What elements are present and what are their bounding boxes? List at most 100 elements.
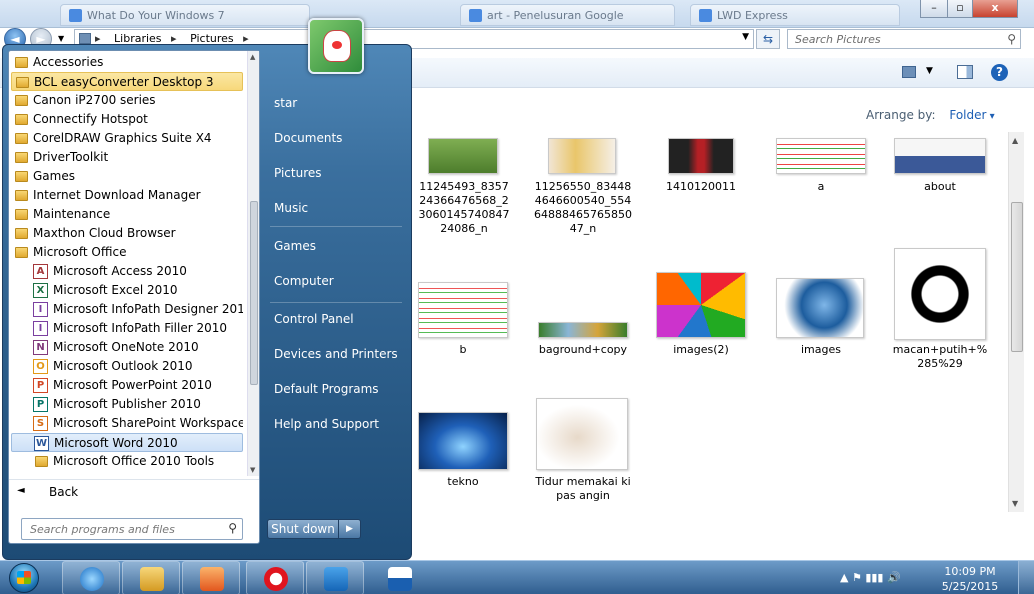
program-item[interactable]: Games <box>11 167 243 186</box>
clock[interactable]: 10:09 PM 5/25/2015 <box>940 564 1000 594</box>
shut-down-options-icon[interactable]: ▶ <box>339 519 361 539</box>
arrange-by-dropdown[interactable]: Folder <box>949 108 994 122</box>
taskbar-media-player-classic[interactable] <box>370 561 428 594</box>
shut-down-button[interactable]: Shut down <box>267 519 339 539</box>
notification-area[interactable]: ▲ ⚑ ▮▮▮ 🔊 <box>840 571 901 584</box>
program-item[interactable]: P Microsoft PowerPoint 2010 <box>11 376 243 395</box>
file-name[interactable]: 11256550_834484646600540_554648884657658… <box>534 180 632 240</box>
file-name[interactable]: images(2) <box>652 343 750 357</box>
start-button[interactable] <box>3 561 45 594</box>
help-icon[interactable]: ? <box>991 64 1008 81</box>
program-item[interactable]: Canon iP2700 series <box>11 91 243 110</box>
program-item[interactable]: Accessories <box>11 53 243 72</box>
start-menu-link[interactable]: Control Panel <box>274 312 354 326</box>
separator <box>270 302 402 303</box>
start-menu-link[interactable]: Documents <box>274 131 342 145</box>
program-label: Microsoft Publisher 2010 <box>53 397 201 411</box>
file-thumbnail[interactable] <box>656 272 746 338</box>
file-thumbnail[interactable] <box>538 322 628 338</box>
program-item[interactable]: P Microsoft Publisher 2010 <box>11 395 243 414</box>
background-tab[interactable]: art - Penelusuran Google <box>460 4 675 26</box>
taskbar-media-player[interactable] <box>182 561 240 594</box>
view-options-dropdown-icon[interactable]: ▼ <box>926 66 933 76</box>
program-item[interactable]: I Microsoft InfoPath Filler 2010 <box>11 319 243 338</box>
vertical-scrollbar[interactable]: ▲ ▼ <box>1008 132 1024 512</box>
file-thumbnail[interactable] <box>776 278 864 338</box>
recent-pages-dropdown-icon[interactable]: ▼ <box>58 34 64 43</box>
taskbar-maxthon[interactable] <box>306 561 364 594</box>
refresh-icon[interactable]: ⇆ <box>756 29 780 49</box>
program-item[interactable]: W Microsoft Word 2010 <box>11 433 243 452</box>
start-menu-link[interactable]: Computer <box>274 274 334 288</box>
show-desktop-button[interactable] <box>1018 561 1034 594</box>
background-tab[interactable]: What Do Your Windows 7 <box>60 4 310 26</box>
scroll-up-icon[interactable]: ▲ <box>1012 136 1018 145</box>
file-name[interactable]: b <box>414 343 512 357</box>
program-item[interactable]: X Microsoft Excel 2010 <box>11 281 243 300</box>
file-thumbnail[interactable] <box>668 138 734 174</box>
start-menu-link[interactable]: star <box>274 96 297 110</box>
start-menu-link[interactable]: Pictures <box>274 166 322 180</box>
file-name[interactable]: Tidur memakai kipas angin <box>534 475 632 505</box>
background-tab[interactable]: LWD Express <box>690 4 900 26</box>
file-name[interactable]: baground+copy <box>534 343 632 357</box>
file-thumbnail[interactable] <box>418 412 508 470</box>
minimize-button[interactable]: – <box>920 0 948 18</box>
taskbar-windows-explorer[interactable] <box>122 561 180 594</box>
file-thumbnail[interactable] <box>428 138 498 174</box>
program-item[interactable]: S Microsoft SharePoint Workspace 2010 <box>11 414 243 433</box>
program-item[interactable]: DriverToolkit <box>11 148 243 167</box>
program-item[interactable]: Internet Download Manager <box>11 186 243 205</box>
user-avatar[interactable] <box>308 18 364 74</box>
file-name[interactable]: 11245493_835724366476568_230601457408472… <box>416 180 512 240</box>
search-icon[interactable]: ⚲ <box>1007 32 1016 46</box>
taskbar-opera[interactable] <box>246 561 304 594</box>
program-item[interactable]: A Microsoft Access 2010 <box>11 262 243 281</box>
search-icon[interactable]: ⚲ <box>228 521 237 535</box>
program-item[interactable]: Microsoft Office <box>11 243 243 262</box>
address-dropdown-icon[interactable]: ▼ <box>742 32 749 42</box>
program-label: Microsoft Outlook 2010 <box>53 359 193 373</box>
file-thumbnail[interactable] <box>536 398 628 470</box>
file-name[interactable]: 1410120011 <box>652 180 750 194</box>
file-thumbnail[interactable] <box>894 138 986 174</box>
program-item[interactable]: CorelDRAW Graphics Suite X4 <box>11 129 243 148</box>
program-item[interactable]: Microsoft Office 2010 Tools <box>11 452 243 471</box>
scroll-down-icon[interactable]: ▼ <box>1012 499 1018 508</box>
file-name[interactable]: macan+putih+%285%29 <box>890 343 990 373</box>
program-item[interactable]: Connectify Hotspot <box>11 110 243 129</box>
program-item[interactable]: BCL easyConverter Desktop 3 <box>11 72 243 91</box>
preview-pane-icon[interactable] <box>957 65 973 79</box>
program-item[interactable]: I Microsoft InfoPath Designer 2010 <box>11 300 243 319</box>
start-menu-link[interactable]: Music <box>274 201 308 215</box>
scrollbar-thumb[interactable] <box>1011 202 1023 352</box>
start-menu-link[interactable]: Help and Support <box>274 417 379 431</box>
file-name[interactable]: tekno <box>414 475 512 489</box>
file-thumbnail[interactable] <box>776 138 866 174</box>
file-name[interactable]: images <box>772 343 870 357</box>
back-button[interactable]: ◄ Back <box>9 479 259 505</box>
file-thumbnail[interactable] <box>894 248 986 340</box>
scrollbar-thumb[interactable] <box>250 201 258 385</box>
program-item[interactable]: Maintenance <box>11 205 243 224</box>
search-pictures-input[interactable]: Search Pictures ⚲ <box>787 29 1021 49</box>
file-name[interactable]: a <box>772 180 870 194</box>
program-item[interactable]: N Microsoft OneNote 2010 <box>11 338 243 357</box>
scroll-up-icon[interactable]: ▲ <box>250 53 255 61</box>
file-thumbnail[interactable] <box>548 138 616 174</box>
file-thumbnail[interactable] <box>418 282 508 338</box>
file-name[interactable]: about <box>890 180 990 194</box>
start-menu-link[interactable]: Games <box>274 239 316 253</box>
programs-scrollbar[interactable]: ▲ ▼ <box>247 51 259 476</box>
program-label: Microsoft InfoPath Designer 2010 <box>53 302 243 316</box>
maximize-button[interactable]: ▫ <box>947 0 973 18</box>
search-programs-input[interactable]: Search programs and files ⚲ <box>21 518 243 540</box>
start-menu-link[interactable]: Default Programs <box>274 382 379 396</box>
program-item[interactable]: Maxthon Cloud Browser <box>11 224 243 243</box>
program-item[interactable]: O Microsoft Outlook 2010 <box>11 357 243 376</box>
change-view-icon[interactable] <box>902 66 916 78</box>
scroll-down-icon[interactable]: ▼ <box>250 466 255 474</box>
close-button[interactable]: x <box>972 0 1018 18</box>
start-menu-link[interactable]: Devices and Printers <box>274 347 398 361</box>
taskbar-internet-explorer[interactable] <box>62 561 120 594</box>
